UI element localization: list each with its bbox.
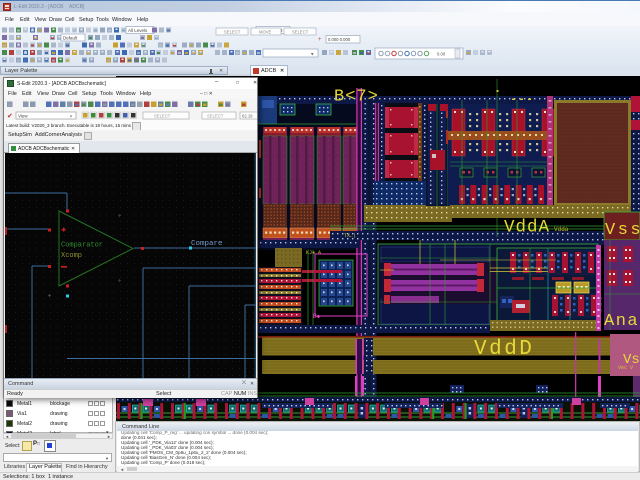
- svg-text:0.00: 0.00: [437, 52, 446, 57]
- svg-text:Vss: Vss: [605, 221, 640, 240]
- svg-text:All Levels: All Levels: [128, 28, 148, 33]
- svg-text:SELECT: SELECT: [207, 114, 224, 119]
- svg-text:Vdda: Vdda: [554, 226, 569, 233]
- svg-text:VddA: VddA: [504, 218, 550, 238]
- svg-text:SELECT: SELECT: [292, 30, 309, 35]
- svg-text:Vec V: Vec V: [618, 365, 633, 371]
- svg-text:TX←|: TX←|: [344, 233, 356, 239]
- svg-text:B◆: B◆: [313, 313, 321, 320]
- svg-text:0.000 0.000: 0.000 0.000: [328, 37, 351, 42]
- svg-text:Comparator: Comparator: [61, 242, 103, 250]
- svg-text:Compare: Compare: [191, 240, 223, 248]
- svg-text:SELECT: SELECT: [224, 30, 241, 35]
- svg-text:62.19: 62.19: [242, 114, 253, 119]
- svg-text:VddD: VddD: [474, 338, 534, 361]
- svg-text:Ana: Ana: [604, 312, 639, 331]
- svg-text:SELECT: SELECT: [154, 114, 171, 119]
- svg-text:View: View: [18, 114, 28, 119]
- svg-text:Xcomp: Xcomp: [61, 252, 82, 260]
- svg-text:Default: Default: [63, 36, 78, 41]
- svg-text:B<7>: B<7>: [334, 88, 379, 107]
- svg-text:▾: ▾: [70, 114, 72, 119]
- svg-text:✔: ✔: [7, 113, 13, 120]
- svg-text:+: +: [318, 37, 322, 43]
- svg-text:MOVE: MOVE: [259, 30, 272, 35]
